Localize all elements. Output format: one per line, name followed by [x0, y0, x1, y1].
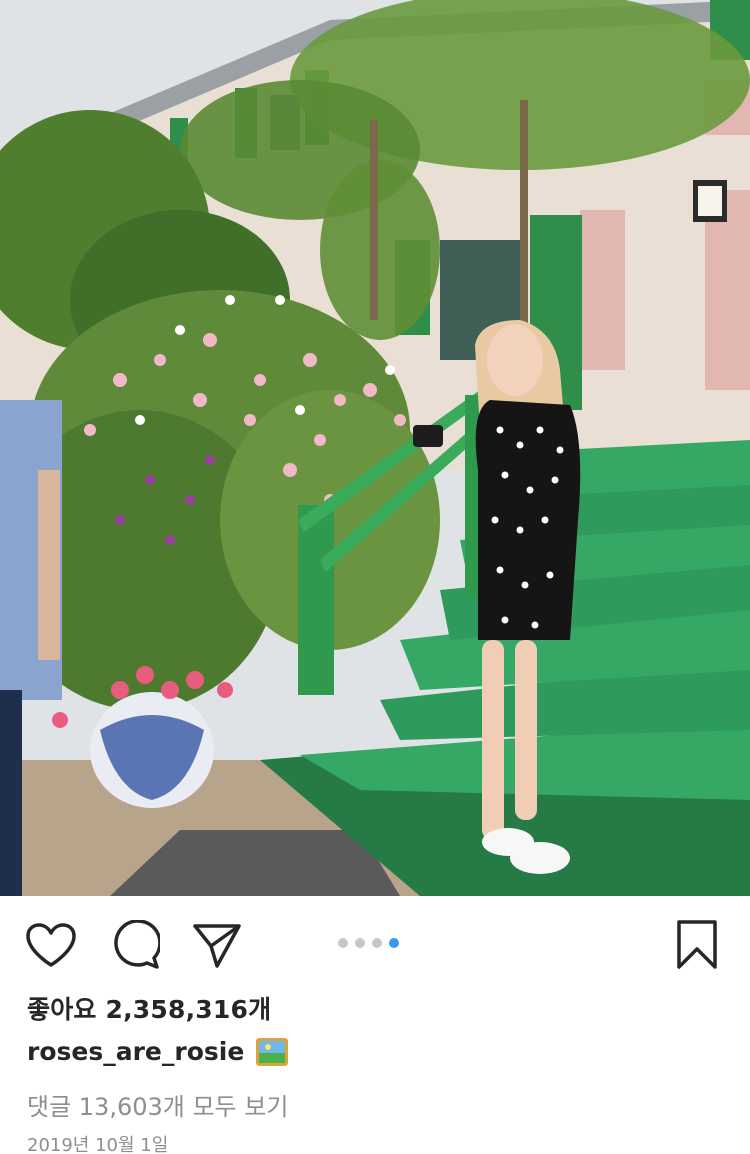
carousel-dot — [355, 938, 365, 948]
username-link[interactable]: roses_are_rosie — [27, 1037, 244, 1066]
caption: roses_are_rosie — [27, 1037, 289, 1066]
comment-bubble-icon[interactable] — [108, 918, 162, 972]
action-bar — [0, 900, 750, 990]
likes-count[interactable]: 좋아요 2,358,316개 — [27, 990, 271, 1026]
carousel-dot — [338, 938, 348, 948]
paper-plane-icon[interactable] — [190, 918, 244, 972]
instagram-post: 좋아요 2,358,316개 roses_are_rosie 댓글 13,603… — [0, 0, 750, 1154]
post-date: 2019년 10월 1일 — [27, 1135, 169, 1154]
view-all-comments-link[interactable]: 댓글 13,603개 모두 보기 — [27, 1087, 288, 1122]
carousel-dot — [372, 938, 382, 948]
carousel-indicator — [338, 936, 399, 950]
heart-icon[interactable] — [24, 918, 78, 972]
framed-picture-emoji — [256, 1037, 289, 1066]
carousel-dot — [389, 938, 399, 948]
post-photo[interactable] — [0, 0, 750, 896]
bookmark-icon[interactable] — [670, 918, 724, 972]
